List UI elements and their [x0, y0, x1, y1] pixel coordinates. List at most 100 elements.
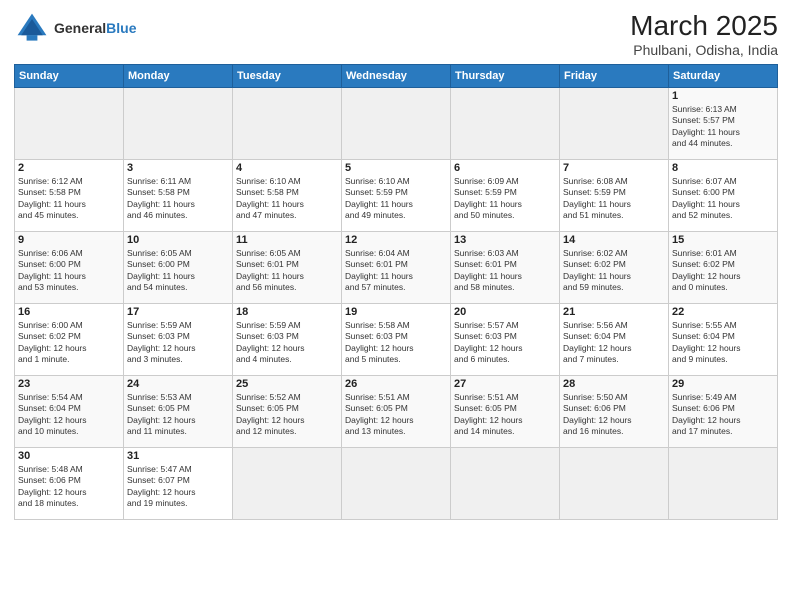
day-info: Sunrise: 6:05 AM Sunset: 6:00 PM Dayligh… [127, 248, 229, 294]
day-info: Sunrise: 5:53 AM Sunset: 6:05 PM Dayligh… [127, 392, 229, 438]
day-info: Sunrise: 6:02 AM Sunset: 6:02 PM Dayligh… [563, 248, 665, 294]
day-info: Sunrise: 5:49 AM Sunset: 6:06 PM Dayligh… [672, 392, 774, 438]
day-number: 7 [563, 162, 665, 174]
day-info: Sunrise: 5:57 AM Sunset: 6:03 PM Dayligh… [454, 320, 556, 366]
calendar-week-row: 1Sunrise: 6:13 AM Sunset: 5:57 PM Daylig… [15, 88, 778, 160]
day-info: Sunrise: 6:04 AM Sunset: 6:01 PM Dayligh… [345, 248, 447, 294]
calendar-cell [233, 448, 342, 520]
day-number: 15 [672, 234, 774, 246]
day-number: 12 [345, 234, 447, 246]
day-info: Sunrise: 6:10 AM Sunset: 5:58 PM Dayligh… [236, 176, 338, 222]
col-friday: Friday [560, 65, 669, 88]
day-number: 21 [563, 306, 665, 318]
day-number: 17 [127, 306, 229, 318]
calendar-cell: 14 Sunrise: 6:02 AM Sunset: 6:02 PM Dayli… [560, 232, 669, 304]
day-info: Sunrise: 5:56 AM Sunset: 6:04 PM Dayligh… [563, 320, 665, 366]
calendar-cell: 5 Sunrise: 6:10 AM Sunset: 5:59 PM Daylig… [342, 160, 451, 232]
day-number: 23 [18, 378, 120, 390]
day-info: Sunrise: 5:55 AM Sunset: 6:04 PM Dayligh… [672, 320, 774, 366]
day-info: Sunrise: 5:47 AM Sunset: 6:07 PM Dayligh… [127, 464, 229, 510]
calendar-table: Sunday Monday Tuesday Wednesday Thursday… [14, 64, 778, 520]
calendar-cell: 28Sunrise: 5:50 AM Sunset: 6:06 PM Dayli… [560, 376, 669, 448]
calendar-cell: 13Sunrise: 6:03 AM Sunset: 6:01 PM Dayli… [451, 232, 560, 304]
calendar-cell: 9Sunrise: 6:06 AM Sunset: 6:00 PM Daylig… [15, 232, 124, 304]
day-info: Sunrise: 6:13 AM Sunset: 5:57 PM Dayligh… [672, 104, 774, 150]
calendar-cell: 18 Sunrise: 5:59 AM Sunset: 6:03 PM Dayli… [233, 304, 342, 376]
calendar-cell: 15Sunrise: 6:01 AM Sunset: 6:02 PM Dayli… [669, 232, 778, 304]
calendar-cell [451, 88, 560, 160]
calendar-cell [342, 448, 451, 520]
calendar-cell [342, 88, 451, 160]
calendar-cell: 10 Sunrise: 6:05 AM Sunset: 6:00 PM Dayli… [124, 232, 233, 304]
day-number: 22 [672, 306, 774, 318]
calendar-cell: 24 Sunrise: 5:53 AM Sunset: 6:05 PM Dayli… [124, 376, 233, 448]
day-info: Sunrise: 6:12 AM Sunset: 5:58 PM Dayligh… [18, 176, 120, 222]
day-info: Sunrise: 5:58 AM Sunset: 6:03 PM Dayligh… [345, 320, 447, 366]
day-number: 5 [345, 162, 447, 174]
day-number: 14 [563, 234, 665, 246]
col-thursday: Thursday [451, 65, 560, 88]
calendar-cell: 6Sunrise: 6:09 AM Sunset: 5:59 PM Daylig… [451, 160, 560, 232]
day-number: 8 [672, 162, 774, 174]
calendar-cell: 7 Sunrise: 6:08 AM Sunset: 5:59 PM Daylig… [560, 160, 669, 232]
day-info: Sunrise: 5:50 AM Sunset: 6:06 PM Dayligh… [563, 392, 665, 438]
calendar-cell: 12 Sunrise: 6:04 AM Sunset: 6:01 PM Dayli… [342, 232, 451, 304]
logo-icon [14, 10, 50, 46]
calendar-week-row: 16 Sunrise: 6:00 AM Sunset: 6:02 PM Dayli… [15, 304, 778, 376]
day-number: 30 [18, 450, 120, 462]
day-info: Sunrise: 6:11 AM Sunset: 5:58 PM Dayligh… [127, 176, 229, 222]
calendar-cell [560, 448, 669, 520]
day-number: 31 [127, 450, 229, 462]
calendar-cell [451, 448, 560, 520]
day-number: 16 [18, 306, 120, 318]
day-number: 10 [127, 234, 229, 246]
weekday-header-row: Sunday Monday Tuesday Wednesday Thursday… [15, 65, 778, 88]
logo: GeneralBlue [14, 10, 136, 46]
calendar-cell: 27Sunrise: 5:51 AM Sunset: 6:05 PM Dayli… [451, 376, 560, 448]
day-info: Sunrise: 5:54 AM Sunset: 6:04 PM Dayligh… [18, 392, 120, 438]
calendar-cell: 26 Sunrise: 5:51 AM Sunset: 6:05 PM Dayli… [342, 376, 451, 448]
day-number: 19 [345, 306, 447, 318]
day-info: Sunrise: 5:51 AM Sunset: 6:05 PM Dayligh… [345, 392, 447, 438]
day-info: Sunrise: 6:07 AM Sunset: 6:00 PM Dayligh… [672, 176, 774, 222]
day-info: Sunrise: 6:08 AM Sunset: 5:59 PM Dayligh… [563, 176, 665, 222]
calendar-cell: 2 Sunrise: 6:12 AM Sunset: 5:58 PM Daylig… [15, 160, 124, 232]
day-number: 25 [236, 378, 338, 390]
calendar-cell [560, 88, 669, 160]
day-info: Sunrise: 5:59 AM Sunset: 6:03 PM Dayligh… [236, 320, 338, 366]
calendar-cell: 8 Sunrise: 6:07 AM Sunset: 6:00 PM Daylig… [669, 160, 778, 232]
day-info: Sunrise: 5:59 AM Sunset: 6:03 PM Dayligh… [127, 320, 229, 366]
calendar-cell: 21 Sunrise: 5:56 AM Sunset: 6:04 PM Dayli… [560, 304, 669, 376]
day-number: 4 [236, 162, 338, 174]
day-info: Sunrise: 5:52 AM Sunset: 6:05 PM Dayligh… [236, 392, 338, 438]
col-sunday: Sunday [15, 65, 124, 88]
day-number: 26 [345, 378, 447, 390]
day-number: 18 [236, 306, 338, 318]
calendar-cell: 30 Sunrise: 5:48 AM Sunset: 6:06 PM Dayli… [15, 448, 124, 520]
col-tuesday: Tuesday [233, 65, 342, 88]
day-number: 24 [127, 378, 229, 390]
calendar-cell [233, 88, 342, 160]
day-info: Sunrise: 6:06 AM Sunset: 6:00 PM Dayligh… [18, 248, 120, 294]
calendar-title: March 2025 [630, 10, 778, 42]
day-info: Sunrise: 5:48 AM Sunset: 6:06 PM Dayligh… [18, 464, 120, 510]
calendar-cell [124, 88, 233, 160]
logo-text: GeneralBlue [54, 20, 136, 36]
day-number: 3 [127, 162, 229, 174]
calendar-subtitle: Phulbani, Odisha, India [630, 42, 778, 58]
calendar-cell: 25 Sunrise: 5:52 AM Sunset: 6:05 PM Dayli… [233, 376, 342, 448]
day-number: 2 [18, 162, 120, 174]
page: GeneralBlue March 2025 Phulbani, Odisha,… [0, 0, 792, 612]
calendar-cell: 11Sunrise: 6:05 AM Sunset: 6:01 PM Dayli… [233, 232, 342, 304]
day-info: Sunrise: 6:10 AM Sunset: 5:59 PM Dayligh… [345, 176, 447, 222]
calendar-cell: 31 Sunrise: 5:47 AM Sunset: 6:07 PM Dayli… [124, 448, 233, 520]
calendar-cell: 3 Sunrise: 6:11 AM Sunset: 5:58 PM Daylig… [124, 160, 233, 232]
title-block: March 2025 Phulbani, Odisha, India [630, 10, 778, 58]
day-number: 29 [672, 378, 774, 390]
calendar-cell: 22 Sunrise: 5:55 AM Sunset: 6:04 PM Dayli… [669, 304, 778, 376]
day-info: Sunrise: 6:00 AM Sunset: 6:02 PM Dayligh… [18, 320, 120, 366]
calendar-cell: 17 Sunrise: 5:59 AM Sunset: 6:03 PM Dayli… [124, 304, 233, 376]
day-number: 20 [454, 306, 556, 318]
calendar-cell [15, 88, 124, 160]
calendar-cell: 19 Sunrise: 5:58 AM Sunset: 6:03 PM Dayli… [342, 304, 451, 376]
